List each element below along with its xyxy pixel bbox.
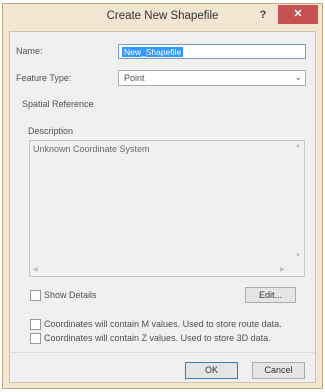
z-values-checkbox[interactable] (30, 333, 41, 344)
scroll-left-icon: ◀ (33, 267, 38, 273)
m-values-label: Coordinates will contain M values. Used … (44, 319, 282, 329)
edit-button[interactable]: Edit... (245, 287, 296, 303)
scroll-up-icon: ▲ (295, 143, 301, 149)
dialog-body: Name: New_Shapefile Feature Type: Point … (9, 31, 316, 383)
description-text: Unknown Coordinate System (33, 144, 150, 154)
close-button[interactable]: ✕ (278, 5, 318, 24)
name-input-value: New_Shapefile (122, 47, 184, 57)
description-label: Description (28, 126, 74, 136)
scroll-right-icon: ▶ (280, 267, 285, 273)
m-values-checkbox[interactable] (30, 319, 41, 330)
z-values-label: Coordinates will contain Z values. Used … (44, 333, 271, 343)
help-button[interactable]: ? (255, 7, 271, 23)
description-box[interactable]: Unknown Coordinate System ▲ ▼ ◀ ▶ (29, 140, 305, 277)
create-new-shapefile-dialog: Create New Shapefile ? ✕ Name: New_Shape… (2, 3, 323, 389)
feature-type-label: Feature Type: (16, 73, 72, 83)
feature-type-select[interactable]: Point ⌄ (118, 70, 306, 86)
title-bar[interactable]: Create New Shapefile ? ✕ (3, 4, 322, 31)
scroll-down-icon: ▼ (295, 253, 301, 259)
name-input[interactable]: New_Shapefile (118, 44, 306, 59)
spatial-reference-label: Spatial Reference (22, 99, 94, 109)
show-details-label: Show Details (44, 290, 97, 300)
feature-type-value: Point (124, 73, 145, 83)
ok-button[interactable]: OK (185, 362, 238, 379)
show-details-checkbox[interactable] (30, 290, 41, 301)
description-vertical-scrollbar[interactable]: ▲ ▼ (292, 141, 304, 265)
description-horizontal-scrollbar[interactable]: ◀ ▶ (30, 264, 292, 276)
close-icon: ✕ (293, 8, 303, 20)
button-area-divider (10, 352, 315, 353)
chevron-down-icon: ⌄ (294, 72, 302, 82)
cancel-button[interactable]: Cancel (252, 362, 305, 379)
name-label: Name: (16, 46, 43, 56)
dialog-title: Create New Shapefile (106, 10, 219, 22)
